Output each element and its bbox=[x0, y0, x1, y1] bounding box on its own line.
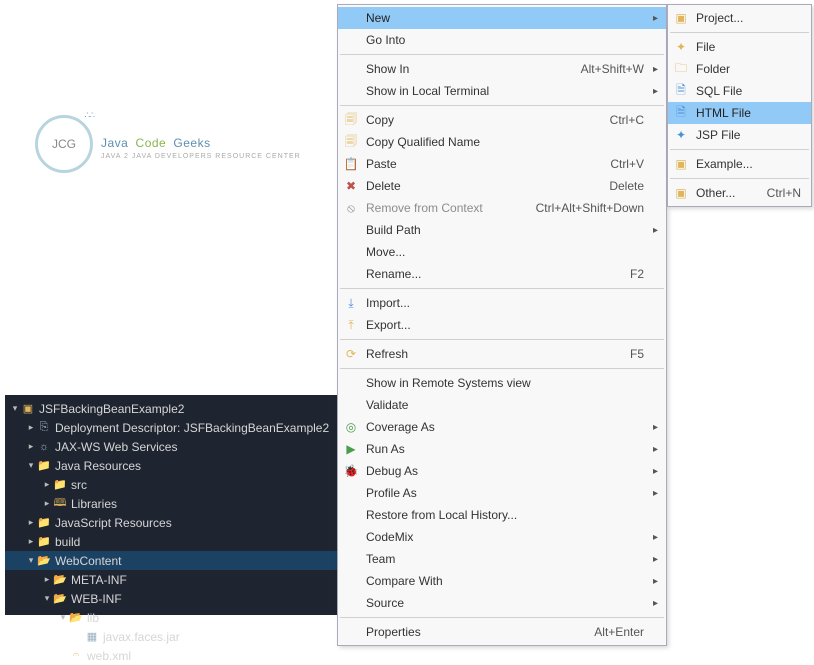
submenu-example[interactable]: ▣Example... bbox=[668, 153, 811, 175]
menu-show-local-terminal[interactable]: Show in Local Terminal▸ bbox=[338, 80, 666, 102]
menu-separator bbox=[340, 339, 664, 340]
menu-separator bbox=[340, 368, 664, 369]
tree-src[interactable]: ▸📁src bbox=[5, 475, 375, 494]
menu-show-remote[interactable]: Show in Remote Systems view bbox=[338, 372, 666, 394]
submenu-folder[interactable]: 🗀Folder bbox=[668, 58, 811, 80]
menu-separator bbox=[340, 288, 664, 289]
menu-show-in[interactable]: Show InAlt+Shift+W▸ bbox=[338, 58, 666, 80]
menu-separator bbox=[340, 54, 664, 55]
submenu-jsp-file[interactable]: ✦JSP File bbox=[668, 124, 811, 146]
menu-restore-history[interactable]: Restore from Local History... bbox=[338, 504, 666, 526]
tree-webcontent[interactable]: ▾📂WebContent bbox=[5, 551, 375, 570]
menu-separator bbox=[340, 617, 664, 618]
submenu-new: ▣Project... ✦File 🗀Folder 🗎SQL File 🗎HTM… bbox=[667, 4, 812, 207]
tree-project[interactable]: ▾▣JSFBackingBeanExample2 bbox=[5, 399, 375, 418]
submenu-html-file[interactable]: 🗎HTML File bbox=[668, 102, 811, 124]
menu-separator bbox=[670, 178, 809, 179]
submenu-other[interactable]: ▣Other...Ctrl+N bbox=[668, 182, 811, 204]
menu-separator bbox=[340, 105, 664, 106]
menu-debug-as[interactable]: 🐞Debug As▸ bbox=[338, 460, 666, 482]
menu-remove-context: ⦸Remove from ContextCtrl+Alt+Shift+Down bbox=[338, 197, 666, 219]
submenu-project[interactable]: ▣Project... bbox=[668, 7, 811, 29]
menu-copy-qualified-name[interactable]: 🗐Copy Qualified Name bbox=[338, 131, 666, 153]
menu-new[interactable]: New▸ bbox=[338, 7, 666, 29]
tree-webinf[interactable]: ▾📂WEB-INF bbox=[5, 589, 375, 608]
menu-separator bbox=[670, 32, 809, 33]
menu-team[interactable]: Team▸ bbox=[338, 548, 666, 570]
menu-delete[interactable]: ✖DeleteDelete bbox=[338, 175, 666, 197]
menu-validate[interactable]: Validate bbox=[338, 394, 666, 416]
menu-coverage-as[interactable]: ◎Coverage As▸ bbox=[338, 416, 666, 438]
menu-source[interactable]: Source▸ bbox=[338, 592, 666, 614]
tree-deployment-descriptor[interactable]: ▸⎘Deployment Descriptor: JSFBackingBeanE… bbox=[5, 418, 375, 437]
submenu-sql-file[interactable]: 🗎SQL File bbox=[668, 80, 811, 102]
menu-profile-as[interactable]: Profile As▸ bbox=[338, 482, 666, 504]
tree-jaxws[interactable]: ▸☼JAX-WS Web Services bbox=[5, 437, 375, 456]
menu-run-as[interactable]: ▶Run As▸ bbox=[338, 438, 666, 460]
menu-import[interactable]: ⤓Import... bbox=[338, 292, 666, 314]
menu-move[interactable]: Move... bbox=[338, 241, 666, 263]
menu-rename[interactable]: Rename...F2 bbox=[338, 263, 666, 285]
menu-refresh[interactable]: ⟳RefreshF5 bbox=[338, 343, 666, 365]
menu-codemix[interactable]: CodeMix▸ bbox=[338, 526, 666, 548]
tree-webxml[interactable]: 𝄐web.xml bbox=[5, 646, 375, 665]
menu-separator bbox=[670, 149, 809, 150]
submenu-file[interactable]: ✦File bbox=[668, 36, 811, 58]
menu-build-path[interactable]: Build Path▸ bbox=[338, 219, 666, 241]
project-explorer[interactable]: ▾▣JSFBackingBeanExample2 ▸⎘Deployment De… bbox=[5, 395, 375, 615]
context-menu: New▸ Go Into Show InAlt+Shift+W▸ Show in… bbox=[337, 4, 667, 646]
logo-badge: ∴∴ JCG bbox=[35, 115, 93, 173]
menu-export[interactable]: ⤒Export... bbox=[338, 314, 666, 336]
menu-paste[interactable]: 📋PasteCtrl+V bbox=[338, 153, 666, 175]
tree-libraries[interactable]: ▸🕮Libraries bbox=[5, 494, 375, 513]
menu-go-into[interactable]: Go Into bbox=[338, 29, 666, 51]
menu-copy[interactable]: 🗐CopyCtrl+C bbox=[338, 109, 666, 131]
tree-js-resources[interactable]: ▸📁JavaScript Resources bbox=[5, 513, 375, 532]
menu-properties[interactable]: PropertiesAlt+Enter bbox=[338, 621, 666, 643]
tree-jar[interactable]: ▦javax.faces.jar bbox=[5, 627, 375, 646]
tree-lib[interactable]: ▾📂lib bbox=[5, 608, 375, 627]
tree-metainf[interactable]: ▸📂META-INF bbox=[5, 570, 375, 589]
tree-build[interactable]: ▸📁build bbox=[5, 532, 375, 551]
menu-compare-with[interactable]: Compare With▸ bbox=[338, 570, 666, 592]
tree-java-resources[interactable]: ▾📁Java Resources bbox=[5, 456, 375, 475]
logo: ∴∴ JCG Java Code Geeks Java 2 Java Devel… bbox=[35, 115, 301, 173]
